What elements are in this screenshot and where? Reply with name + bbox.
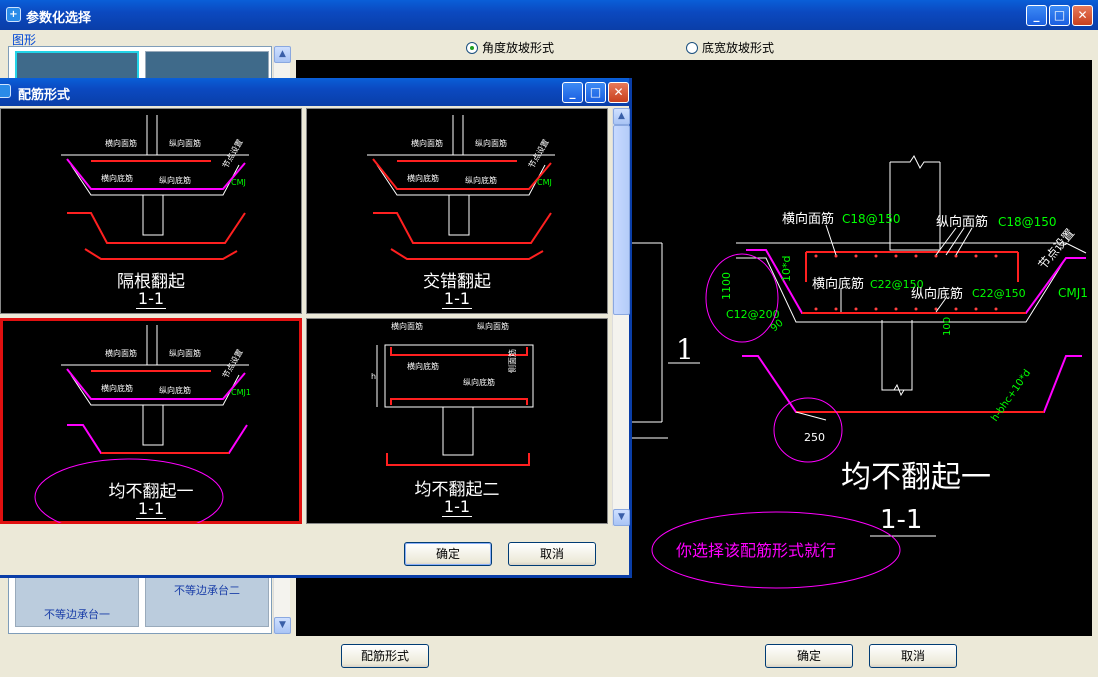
dialog-minimize-button[interactable]: _ — [562, 82, 583, 103]
radio-width-slope[interactable]: 底宽放坡形式 — [686, 39, 774, 56]
section-marker: 1 — [676, 333, 694, 366]
mini-label: 纵向底筋 — [159, 175, 191, 185]
dialog-close-button[interactable]: ✕ — [608, 82, 629, 103]
maximize-button[interactable]: □ — [1049, 5, 1070, 26]
mini-label: CMJ1 — [231, 388, 251, 397]
radio-dot[interactable] — [686, 41, 698, 54]
label-top-bar: 横向面筋 — [782, 211, 834, 227]
mini-label: CMJ — [231, 178, 246, 187]
window-title: 参数化选择 — [26, 11, 92, 26]
label-bottom-bar: 横向底筋 — [812, 276, 864, 292]
mini-label: 节点设置 — [220, 137, 245, 170]
option-section: 1-1 — [135, 499, 167, 519]
mini-label: 节点设置 — [526, 137, 551, 170]
label-250: 250 — [804, 431, 825, 444]
cancel-button[interactable]: 取消 — [869, 644, 957, 668]
dialog-ok-button[interactable]: 确定 — [404, 542, 492, 566]
shape-thumb-label: 不等边承台二 — [174, 584, 240, 597]
option-staggered[interactable]: 横向面筋 纵向面筋 横向底筋 纵向底筋 节点设置 CMJ 交错翻起 1-1 — [306, 108, 608, 314]
slope-form-options: 角度放坡形式 底宽放坡形式 — [296, 30, 1092, 60]
option-section: 1-1 — [441, 497, 473, 517]
mini-label: CMJ — [537, 178, 552, 187]
mini-label: 纵向底筋 — [159, 385, 191, 395]
mini-label: 纵向面筋 — [477, 321, 509, 331]
mini-label: 纵向面筋 — [475, 138, 507, 148]
mini-label: 纵向面筋 — [169, 348, 201, 358]
label-long-bottom-bar: 纵向底筋 — [911, 286, 963, 302]
dialog-titlebar: 配筋形式 _ □ ✕ — [0, 78, 629, 106]
label-100: 100 — [942, 317, 953, 336]
mini-label: 横向底筋 — [407, 173, 439, 183]
mini-label: 横向底筋 — [407, 361, 439, 371]
minimize-button[interactable]: _ — [1026, 5, 1047, 26]
label-top-bar-spec: C18@150 — [842, 212, 901, 226]
option-section: 1-1 — [441, 289, 473, 309]
mini-label: h — [371, 372, 376, 381]
mini-label: 纵向底筋 — [463, 377, 495, 387]
dialog-cancel-button[interactable]: 取消 — [508, 542, 596, 566]
mini-label: 节点设置 — [220, 347, 245, 380]
mini-label: 横向面筋 — [105, 138, 137, 148]
rebar-form-button[interactable]: 配筋形式 — [341, 644, 429, 668]
scroll-down-button[interactable]: ▼ — [274, 617, 291, 634]
label-10d: 10*d — [780, 256, 793, 282]
mini-label: 纵向面筋 — [169, 138, 201, 148]
option-no-bend-two[interactable]: h 横向面筋 纵向面筋 横向底筋 纵向底筋 侧面筋 均不翻起二 1-1 — [306, 318, 608, 524]
scroll-up-button[interactable]: ▲ — [613, 108, 630, 125]
option-section: 1-1 — [135, 289, 167, 309]
label-long-top-bar-spec: C18@150 — [998, 215, 1057, 229]
radio-angle-slope[interactable]: 角度放坡形式 — [466, 39, 554, 56]
scroll-up-button[interactable]: ▲ — [274, 46, 291, 63]
window-titlebar: + 参数化选择 _ □ ✕ — [0, 0, 1098, 30]
dialog-maximize-button[interactable]: □ — [585, 82, 606, 103]
dialog-icon — [0, 84, 11, 98]
label-cmj: CMJ1 — [1058, 286, 1088, 300]
app-icon: + — [6, 7, 21, 22]
dialog-scrollbar[interactable]: ▲ ▼ — [612, 108, 630, 526]
label-side-spec: C12@200 — [726, 308, 780, 321]
label-long-top-bar: 纵向面筋 — [936, 214, 988, 230]
radio-dot[interactable] — [466, 41, 478, 54]
scroll-down-button[interactable]: ▼ — [613, 509, 630, 526]
scroll-thumb[interactable] — [613, 125, 630, 315]
mini-label: 横向面筋 — [411, 138, 443, 148]
option-no-bend-one[interactable]: 横向面筋 纵向面筋 横向底筋 纵向底筋 节点设置 CMJ1 均不翻起一 1-1 — [0, 318, 302, 524]
main-form-title: 均不翻起一 — [841, 460, 991, 495]
close-button[interactable]: ✕ — [1072, 5, 1093, 26]
annotation-note: 你选择该配筋形式就行 — [676, 541, 836, 560]
radio-label: 底宽放坡形式 — [702, 41, 775, 55]
dialog-title: 配筋形式 — [18, 88, 71, 103]
mini-label: 横向底筋 — [101, 173, 133, 183]
option-every-other[interactable]: 横向面筋 纵向面筋 横向底筋 纵向底筋 节点设置 CMJ 隔根翻起 1-1 — [0, 108, 302, 314]
shape-thumb-label: 不等边承台一 — [44, 608, 110, 621]
mini-label: 横向面筋 — [391, 321, 423, 331]
mini-label: 纵向底筋 — [465, 175, 497, 185]
bottom-bar: 配筋形式 确定 取消 — [0, 637, 1098, 677]
ok-button[interactable]: 确定 — [765, 644, 853, 668]
rebar-option-grid: 横向面筋 纵向面筋 横向底筋 纵向底筋 节点设置 CMJ 隔根翻起 1-1 横向… — [0, 108, 612, 526]
rebar-form-dialog: 配筋形式 _ □ ✕ 横向面筋 纵向面筋 横向底筋 纵向底筋 节点设置 CMJ — [0, 78, 632, 578]
radio-label: 角度放坡形式 — [482, 41, 555, 55]
mini-label: 横向面筋 — [105, 348, 137, 358]
label-1100: 1100 — [720, 272, 733, 300]
label-slope-formula: h-bhc+10*d — [989, 368, 1033, 424]
mini-label: 横向底筋 — [101, 383, 133, 393]
main-section-label: 1-1 — [880, 505, 922, 535]
label-node-setting: 节点设置 — [1036, 226, 1078, 272]
label-long-bottom-bar-spec: C22@150 — [972, 287, 1026, 300]
mini-label: 侧面筋 — [507, 349, 517, 373]
